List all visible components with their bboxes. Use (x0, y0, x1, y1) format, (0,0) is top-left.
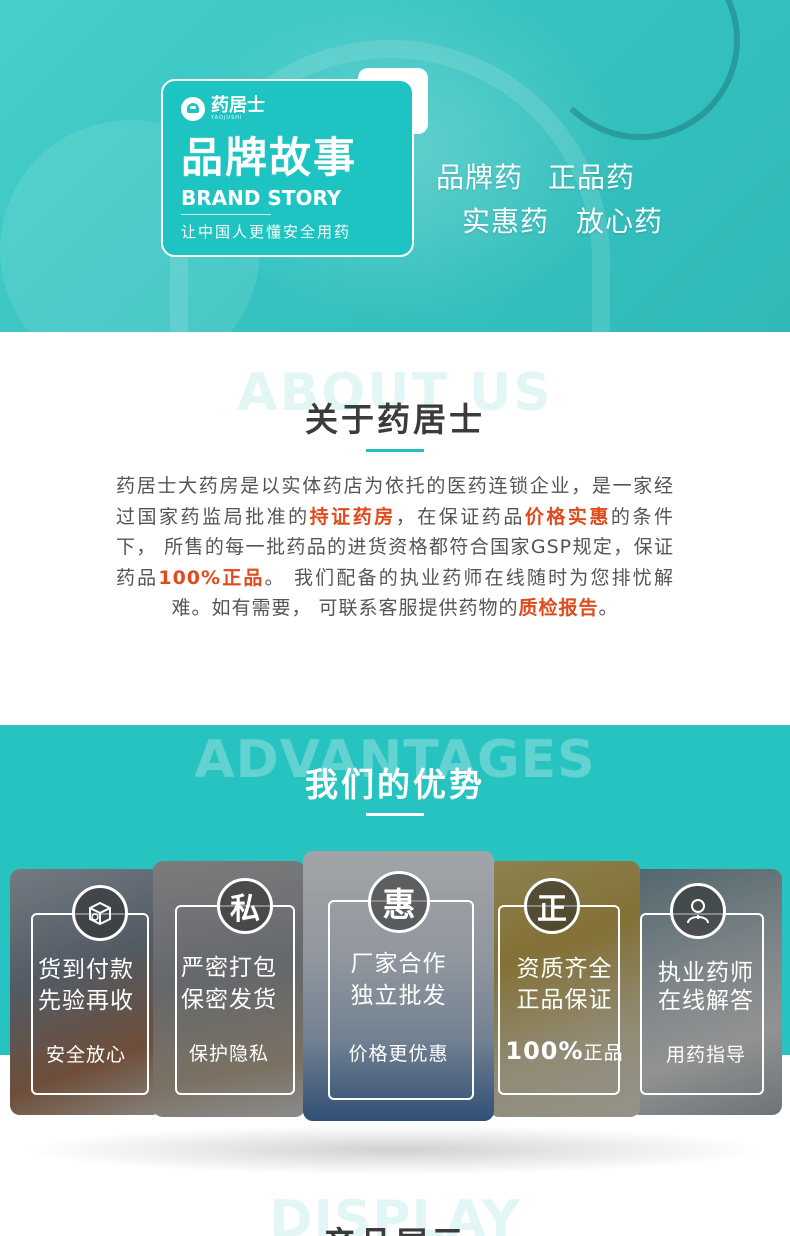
logo-text: 药居士 YAOJUSHI (211, 95, 265, 122)
highlight-affordable-price: 价格实惠 (524, 505, 611, 528)
privacy-badge: 私 (217, 878, 273, 934)
keyword-genuine-drug: 正品药 (548, 161, 636, 194)
card-line1: 严密打包 (181, 955, 277, 981)
card-sub: 100%正品 (489, 1039, 640, 1065)
card-line1: 厂家合作 (350, 951, 447, 977)
logo-name: 药居士 (211, 95, 265, 116)
advantage-card-wholesale[interactable]: 惠 厂家合作 独立批发 价格更优惠 (303, 851, 494, 1121)
card-line2: 在线解答 (658, 988, 754, 1014)
card-line2: 保密发货 (181, 987, 277, 1013)
keyword-brand-drug: 品牌药 (436, 161, 524, 194)
about-title-underline (366, 449, 424, 452)
brand-story-card: 药居士 YAOJUSHI 品牌故事 BRAND STORY 让中国人更懂安全用药 (161, 79, 414, 257)
highlight-quality-report: 质检报告 (518, 597, 599, 619)
card-sub: 用药指导 (665, 1044, 746, 1066)
card-sub: 安全放心 (45, 1044, 126, 1066)
card-sub: 价格更优惠 (348, 1043, 449, 1065)
logo-en: YAOJUSHI (211, 115, 243, 121)
about-title: 关于药居士 (305, 400, 485, 439)
card-line2: 先验再收 (38, 988, 134, 1014)
about-paragraph: 药居士大药房是以实体药店为依托的医药连锁企业，是一家经过国家药监局批准的持证药房… (116, 471, 674, 624)
advantage-card-genuine[interactable]: 正 资质齐全 正品保证 100%正品 (489, 861, 640, 1117)
brand-story-banner: 药居士 YAOJUSHI 品牌故事 BRAND STORY 让中国人更懂安全用药… (0, 0, 790, 332)
advantages-title: 我们的优势 (305, 765, 485, 804)
advantages-title-underline (366, 813, 424, 816)
box-money-icon-glyph (89, 901, 111, 926)
advantage-card-cod[interactable]: 货到付款 先验再收 安全放心 (10, 869, 162, 1115)
about-text-2: ，在保证药品 (395, 505, 525, 528)
card-sub-genuine: 正品 (583, 1042, 624, 1064)
pharmacist-icon (670, 883, 726, 939)
brand-logo[interactable]: 药居士 YAOJUSHI (181, 97, 265, 121)
card-line2: 独立批发 (350, 983, 447, 1009)
brand-story-en: BRAND STORY (181, 186, 342, 210)
keyword-reliable-drug: 放心药 (576, 205, 664, 238)
card-divider (181, 214, 271, 215)
genuine-badge: 正 (524, 878, 580, 934)
advantage-card-pharmacist[interactable]: 执业药师 在线解答 用药指导 (630, 869, 782, 1115)
brand-story-title: 品牌故事 (181, 133, 358, 182)
card-sub: 保护隐私 (188, 1043, 269, 1065)
card-line2: 正品保证 (516, 987, 613, 1013)
logo-heart-icon (181, 97, 205, 121)
cards-shadow (20, 1125, 770, 1175)
keyword-affordable-drug: 实惠药 (462, 205, 550, 238)
highlight-licensed-pharmacy: 持证药房 (309, 505, 396, 528)
brand-slogan: 让中国人更懂安全用药 (181, 223, 352, 241)
highlight-100-genuine: 100%正品 (158, 566, 265, 589)
discount-badge: 惠 (368, 871, 430, 933)
about-text-5: 。 (598, 597, 619, 619)
card-sub-percent: 100% (505, 1037, 584, 1065)
pharmacist-icon-glyph (687, 899, 709, 924)
display-title: 产品展示 (0, 1222, 790, 1236)
card-line1: 资质齐全 (516, 956, 613, 982)
advantage-card-privacy[interactable]: 私 严密打包 保密发货 保护隐私 (153, 861, 305, 1117)
card-line1: 货到付款 (38, 957, 134, 983)
box-money-icon (72, 885, 128, 941)
